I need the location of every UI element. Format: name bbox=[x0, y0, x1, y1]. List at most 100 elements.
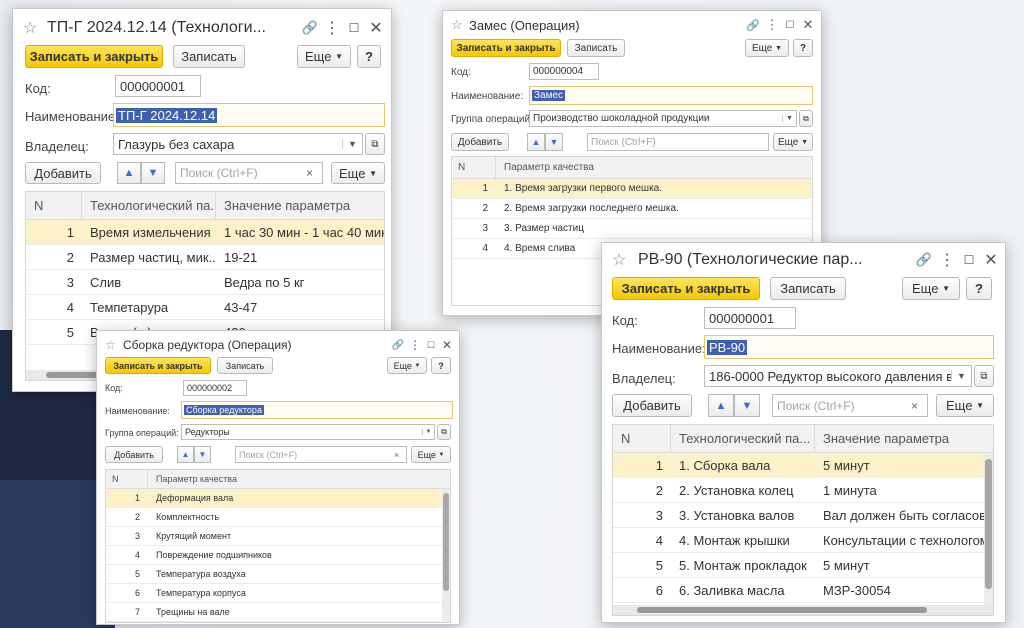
favorite-star-icon[interactable]: ☆ bbox=[451, 17, 469, 33]
add-button[interactable]: Добавить bbox=[25, 162, 101, 184]
save-and-close-button[interactable]: Записать и закрыть bbox=[105, 357, 211, 374]
dropdown-arrow-icon[interactable]: ▼ bbox=[342, 139, 362, 149]
table-row[interactable]: 4 Повреждение подшипников bbox=[106, 546, 450, 565]
header-value[interactable]: Значение параметра bbox=[216, 192, 384, 219]
open-icon[interactable]: ⧉ bbox=[437, 424, 451, 440]
save-and-close-button[interactable]: Записать и закрыть bbox=[25, 45, 163, 68]
header-n[interactable]: N bbox=[26, 192, 82, 219]
header-param[interactable]: Параметр качества bbox=[496, 157, 812, 178]
help-button[interactable]: ? bbox=[793, 39, 813, 57]
open-icon[interactable]: ⧉ bbox=[799, 110, 813, 127]
owner-field[interactable]: Глазурь без сахара ▼ bbox=[113, 133, 363, 155]
menu-dots-icon[interactable]: ⋮ bbox=[321, 18, 343, 38]
help-button[interactable]: ? bbox=[431, 357, 451, 374]
move-up-icon[interactable]: ▲ bbox=[708, 394, 734, 417]
code-field[interactable]: 000000001 bbox=[115, 75, 201, 97]
add-button[interactable]: Добавить bbox=[612, 394, 692, 417]
group-field[interactable]: Производство шоколадной продукции ▼ bbox=[529, 110, 797, 127]
move-down-icon[interactable]: ▼ bbox=[141, 162, 165, 184]
search-input[interactable]: Поиск (Ctrl+F) bbox=[587, 133, 769, 151]
dropdown-arrow-icon[interactable]: ▼ bbox=[951, 371, 971, 381]
save-and-close-button[interactable]: Записать и закрыть bbox=[612, 277, 760, 300]
favorite-star-icon[interactable]: ☆ bbox=[612, 250, 638, 270]
name-field[interactable]: Сборка редуктора bbox=[181, 401, 453, 419]
table-more-button[interactable]: Еще ▼ bbox=[773, 133, 813, 151]
save-button[interactable]: Записать bbox=[173, 45, 245, 68]
add-button[interactable]: Добавить bbox=[105, 446, 163, 463]
horizontal-scrollbar[interactable] bbox=[613, 605, 993, 615]
open-icon[interactable]: ⧉ bbox=[365, 133, 385, 155]
table-row[interactable]: 2 Комплектность bbox=[106, 508, 450, 527]
more-button[interactable]: Еще ▼ bbox=[745, 39, 789, 57]
header-n[interactable]: N bbox=[106, 470, 148, 488]
add-button[interactable]: Добавить bbox=[451, 133, 509, 151]
group-field[interactable]: Редукторы ▼ bbox=[181, 424, 435, 440]
move-up-icon[interactable]: ▲ bbox=[177, 446, 194, 463]
table-more-button[interactable]: Еще ▼ bbox=[411, 446, 451, 463]
table-row[interactable]: 3 Слив Ведра по 5 кг bbox=[26, 270, 384, 295]
table-row[interactable]: 7 Трещины на вале bbox=[106, 603, 450, 622]
search-input[interactable]: Поиск (Ctrl+F) × bbox=[235, 446, 407, 463]
more-button[interactable]: Еще ▼ bbox=[902, 277, 960, 300]
table-row[interactable]: 3 3. Установка валов Вал должен быть согла… bbox=[613, 503, 993, 528]
menu-dots-icon[interactable]: ⋮ bbox=[763, 17, 781, 33]
link-icon[interactable]: 🔗 bbox=[743, 19, 763, 32]
scrollbar-thumb[interactable] bbox=[637, 607, 927, 613]
save-button[interactable]: Записать bbox=[567, 39, 625, 57]
table-row[interactable]: 1 1. Время загрузки первого мешка. bbox=[452, 179, 812, 199]
menu-dots-icon[interactable]: ⋮ bbox=[407, 338, 423, 352]
table-row[interactable]: 2 2. Время загрузки последнего мешка. bbox=[452, 199, 812, 219]
move-up-icon[interactable]: ▲ bbox=[117, 162, 141, 184]
table-row[interactable]: 5 5. Монтаж прокладок 5 минут bbox=[613, 553, 993, 578]
header-n[interactable]: N bbox=[452, 157, 496, 178]
table-row[interactable]: 2 Размер частиц, мик... 19-21 bbox=[26, 245, 384, 270]
link-icon[interactable]: 🔗 bbox=[389, 340, 407, 351]
clear-search-icon[interactable]: × bbox=[911, 399, 927, 413]
open-icon[interactable]: ⧉ bbox=[974, 365, 994, 387]
search-input[interactable]: Поиск (Ctrl+F) × bbox=[772, 394, 928, 417]
more-button[interactable]: Еще ▼ bbox=[297, 45, 351, 68]
close-icon[interactable]: ✕ bbox=[980, 250, 1002, 270]
vertical-scrollbar[interactable] bbox=[442, 489, 450, 622]
clear-search-icon[interactable]: × bbox=[394, 450, 406, 460]
code-field[interactable]: 000000002 bbox=[183, 380, 247, 396]
dropdown-arrow-icon[interactable]: ▼ bbox=[782, 115, 796, 122]
maximize-icon[interactable]: ☐ bbox=[781, 20, 799, 31]
clear-search-icon[interactable]: × bbox=[306, 166, 322, 180]
vertical-scrollbar[interactable] bbox=[984, 453, 993, 605]
search-input[interactable]: Поиск (Ctrl+F) × bbox=[175, 162, 323, 184]
code-field[interactable]: 000000004 bbox=[529, 63, 599, 80]
table-row[interactable]: 4 Темпетарура 43-47 bbox=[26, 295, 384, 320]
menu-dots-icon[interactable]: ⋮ bbox=[936, 250, 958, 270]
name-field[interactable]: РВ-90 bbox=[704, 335, 994, 359]
link-icon[interactable]: 🔗 bbox=[912, 252, 936, 268]
save-button[interactable]: Записать bbox=[770, 277, 846, 300]
help-button[interactable]: ? bbox=[966, 277, 992, 300]
close-icon[interactable]: ✕ bbox=[799, 17, 817, 33]
table-row[interactable]: 6 6. Заливка масла МЗР-30054 bbox=[613, 578, 993, 603]
move-down-icon[interactable]: ▼ bbox=[194, 446, 211, 463]
header-value[interactable]: Значение параметра bbox=[815, 425, 993, 452]
table-row[interactable]: 1 Время измельчения 1 час 30 мин - 1 час 4… bbox=[26, 220, 384, 245]
table-row[interactable]: 2 2. Установка колец 1 минута bbox=[613, 478, 993, 503]
owner-field[interactable]: 186-0000 Редуктор высокого давления воз … bbox=[704, 365, 972, 387]
table-row[interactable]: 1 Деформация вала bbox=[106, 489, 450, 508]
table-row[interactable]: 1 1. Сборка вала 5 минут bbox=[613, 453, 993, 478]
maximize-icon[interactable]: ☐ bbox=[423, 340, 439, 351]
move-down-icon[interactable]: ▼ bbox=[734, 394, 760, 417]
maximize-icon[interactable]: ☐ bbox=[958, 253, 980, 267]
header-n[interactable]: N bbox=[613, 425, 671, 452]
header-param[interactable]: Технологический па... bbox=[671, 425, 815, 452]
table-more-button[interactable]: Еще ▼ bbox=[936, 394, 994, 417]
dropdown-arrow-icon[interactable]: ▼ bbox=[422, 429, 434, 435]
scrollbar-thumb[interactable] bbox=[443, 493, 449, 591]
header-param[interactable]: Технологический па... bbox=[82, 192, 216, 219]
save-and-close-button[interactable]: Записать и закрыть bbox=[451, 39, 561, 57]
name-field[interactable]: Замес bbox=[529, 86, 813, 105]
scrollbar-thumb[interactable] bbox=[985, 459, 992, 589]
close-icon[interactable]: ✕ bbox=[365, 18, 387, 38]
favorite-star-icon[interactable]: ☆ bbox=[23, 18, 47, 38]
table-row[interactable]: 4 4. Монтаж крышки Консультации с технолог… bbox=[613, 528, 993, 553]
table-row[interactable]: 3 3. Размер частиц bbox=[452, 219, 812, 239]
move-up-icon[interactable]: ▲ bbox=[527, 133, 545, 151]
